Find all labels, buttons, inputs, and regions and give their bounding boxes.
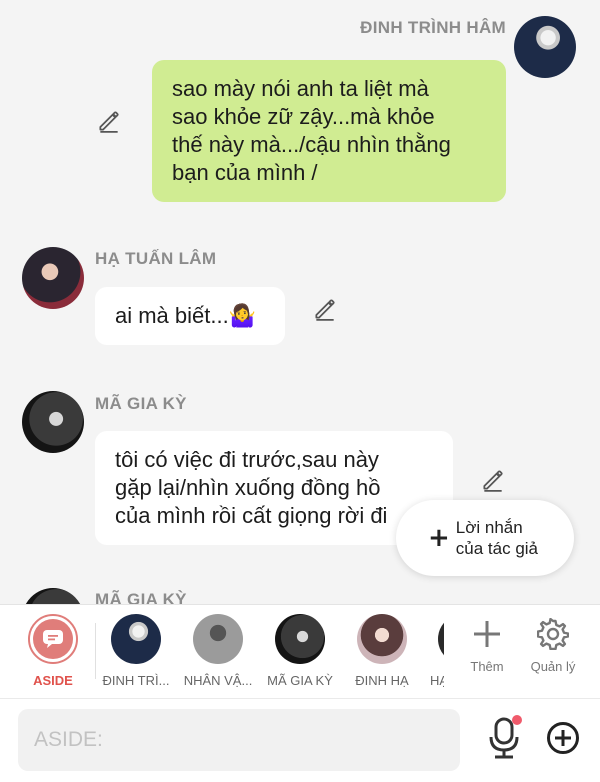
attach-button[interactable]	[546, 721, 580, 755]
message-line: của mình rồi cất giọng rời đi	[115, 503, 388, 528]
plus-circle-icon	[547, 722, 579, 754]
character-label: NHÂN VẬ...	[183, 673, 253, 688]
chat-area: ĐINH TRÌNH HÂM sao mày nói anh ta liệt m…	[0, 0, 600, 604]
message-bubble[interactable]: sao mày nói anh ta liệt mà sao khỏe zữ z…	[152, 60, 506, 202]
author-note-button[interactable]: + Lời nhắn của tác giả	[396, 500, 574, 576]
avatar[interactable]	[22, 391, 84, 453]
message-line: bạn của mình /	[172, 160, 318, 185]
microphone-button[interactable]	[484, 713, 524, 761]
message-line: gặp lại/nhìn xuống đồng hồ	[115, 475, 381, 500]
avatar[interactable]	[22, 588, 84, 604]
sender-name: ĐINH TRÌNH HÂM	[360, 18, 506, 37]
avatar	[111, 614, 161, 664]
sender-name: HẠ TUẤN LÂM	[95, 249, 217, 268]
message-line: sao khỏe zữ zậy...mà khỏe	[172, 104, 435, 129]
character-label: ĐINH HẠ	[355, 673, 409, 688]
character-item[interactable]: HẠ	[426, 605, 444, 698]
avatar[interactable]	[22, 247, 84, 309]
avatar	[357, 614, 407, 664]
character-aside[interactable]: ASIDE	[18, 605, 88, 698]
input-bar	[0, 698, 600, 782]
avatar	[193, 614, 243, 664]
author-note-label: Lời nhắn của tác giả	[456, 517, 556, 559]
message-line: sao mày nói anh ta liệt mà	[172, 76, 429, 101]
avatar	[438, 614, 444, 664]
chat-bubble-icon	[33, 619, 73, 659]
character-bar: ASIDE ĐINH TRÌ... NHÂN VẬ... MÃ GIA KỲ Đ…	[0, 604, 600, 698]
message-line: tôi có việc đi trước,sau này	[115, 447, 379, 472]
manage-button[interactable]: Quản lý	[518, 605, 588, 698]
author-note-label-line: Lời nhắn	[455, 518, 523, 537]
plus-icon: +	[428, 523, 450, 553]
character-item[interactable]: MÃ GIA KỲ	[260, 605, 340, 698]
manage-label: Quản lý	[530, 659, 576, 674]
sender-name: MÃ GIA KỲ	[95, 590, 187, 604]
message-input[interactable]	[18, 709, 460, 771]
message-line: thế này mà.../cậu nhìn thằng	[172, 132, 451, 157]
character-label: MÃ GIA KỲ	[267, 673, 333, 688]
pencil-icon[interactable]	[96, 108, 122, 134]
character-label: HẠ	[430, 673, 444, 688]
avatar[interactable]	[514, 16, 576, 78]
avatar	[275, 614, 325, 664]
character-item[interactable]: ĐINH TRÌ...	[96, 605, 176, 698]
aside-avatar	[28, 614, 78, 664]
message-line: ai mà biết...🤷‍♀️	[115, 303, 257, 328]
add-character-button[interactable]: Thêm	[452, 605, 522, 698]
pencil-icon[interactable]	[312, 296, 338, 322]
character-item[interactable]: NHÂN VẬ...	[178, 605, 258, 698]
notification-dot	[512, 715, 522, 725]
character-label: ASIDE	[33, 673, 73, 688]
character-label: ĐINH TRÌ...	[102, 673, 170, 688]
plus-icon	[474, 621, 500, 647]
author-note-label-line: của tác giả	[455, 539, 539, 558]
gear-icon	[537, 618, 569, 650]
message-bubble[interactable]: ai mà biết...🤷‍♀️	[95, 287, 285, 345]
character-item[interactable]: ĐINH HẠ	[342, 605, 422, 698]
pencil-icon[interactable]	[480, 467, 506, 493]
add-label: Thêm	[470, 659, 504, 674]
sender-name: MÃ GIA KỲ	[95, 394, 187, 413]
